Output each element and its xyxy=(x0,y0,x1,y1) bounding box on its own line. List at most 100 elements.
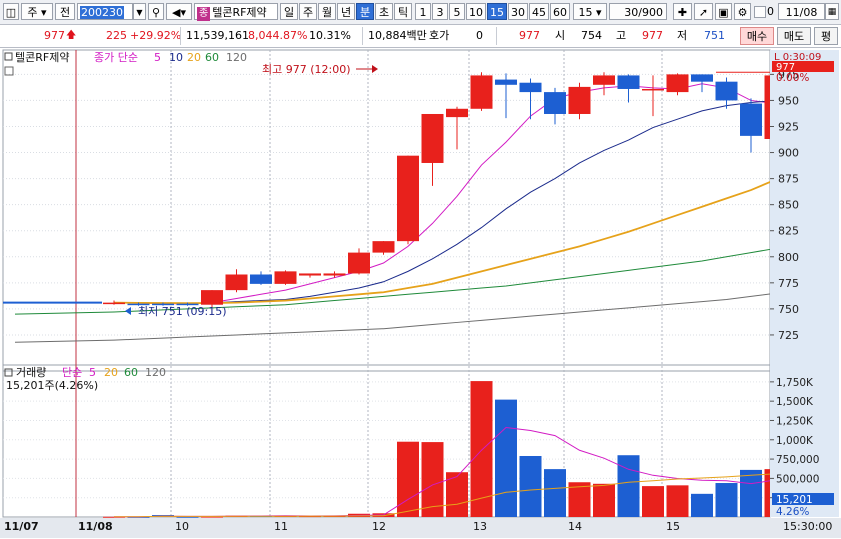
interval-button-10[interactable]: 10 xyxy=(466,3,486,20)
market-label: 주 xyxy=(27,6,38,19)
candle-body xyxy=(446,108,468,118)
trade-amount: 10,884백만 xyxy=(368,29,427,42)
candle-body xyxy=(519,82,542,93)
stock-name: 텔콘RF제약 xyxy=(212,6,267,19)
option-checkbox[interactable] xyxy=(754,6,766,18)
volume-pane-title: 거래량 xyxy=(16,366,46,379)
ask-price: 977 xyxy=(519,29,540,42)
prev-button[interactable]: 전 xyxy=(55,3,75,20)
interval-button-15[interactable]: 15 xyxy=(487,3,507,20)
code-dropdown-icon[interactable]: ▼ xyxy=(133,3,146,20)
current-pct-label: 0.00% xyxy=(776,72,809,84)
period-button-3[interactable]: 년 xyxy=(337,3,355,20)
volume-legend-ma-60: 60 xyxy=(124,366,138,379)
bid-value: 0 xyxy=(476,29,483,42)
price-change: 225 xyxy=(106,29,127,42)
candle-body xyxy=(691,74,713,82)
volume-bar xyxy=(617,455,640,517)
search-icon[interactable]: ⚲ xyxy=(148,3,164,20)
volume-axis-label: 750,000 xyxy=(776,454,819,466)
interval-select-value: 15 xyxy=(578,6,593,19)
candle-body xyxy=(299,273,321,276)
price-legend-ma-5: 5 xyxy=(154,51,161,64)
bid-label: 호가 xyxy=(429,29,450,42)
candle-body xyxy=(348,252,370,274)
time-axis-label: 11/08 xyxy=(78,520,113,533)
market-select[interactable]: 주 ▾ xyxy=(21,3,53,20)
price-change-pct: +29.92% xyxy=(130,29,182,42)
interval-button-60[interactable]: 60 xyxy=(550,3,570,20)
price-legend-ma-120: 120 xyxy=(226,51,247,64)
volume-tag: 15,201 xyxy=(776,494,813,506)
time-axis-label: 11/07 xyxy=(4,520,39,533)
price-legend-prefix: 종가 단순 xyxy=(94,51,138,64)
high-label: 고 xyxy=(616,29,627,42)
period-button-5[interactable]: 초 xyxy=(375,3,393,20)
time-axis-bg xyxy=(0,518,841,538)
volume-bar xyxy=(544,469,566,517)
period-button-2[interactable]: 월 xyxy=(318,3,336,20)
period-button-4[interactable]: 분 xyxy=(356,3,374,20)
low-label: 저 xyxy=(677,29,688,42)
count-input[interactable]: 30/900 xyxy=(609,3,667,20)
gear-icon[interactable]: ⚙ xyxy=(734,3,751,20)
candle-body xyxy=(593,75,615,85)
speaker-icon[interactable]: ◀▾ xyxy=(166,3,192,20)
time-axis-label: 11 xyxy=(274,520,288,533)
period-button-0[interactable]: 일 xyxy=(280,3,298,20)
calendar-icon[interactable]: ▦ xyxy=(825,3,839,20)
volume-bar xyxy=(176,516,199,518)
interval-button-5[interactable]: 5 xyxy=(449,3,465,20)
top-toolbar: ◫ 주 ▾ 전 200230 ▼ ⚲ ◀▾ 종 텔콘RF제약 일주월년분초틱 13… xyxy=(0,0,841,25)
candle-body xyxy=(642,88,664,91)
trend-tool-icon[interactable]: ➚ xyxy=(694,3,713,20)
sell-button[interactable]: 매도 xyxy=(777,27,811,45)
turnover-ratio: 10.31% xyxy=(309,29,351,42)
period-button-6[interactable]: 틱 xyxy=(394,3,412,20)
volume-axis-label: 1,750K xyxy=(776,377,814,389)
stock-chart[interactable]: 725750775800825850875900925950975250,000… xyxy=(0,48,841,539)
interval-button-45[interactable]: 45 xyxy=(529,3,549,20)
candle-body xyxy=(617,75,640,89)
checkbox-label: 0 xyxy=(767,5,774,18)
candle-body xyxy=(715,81,738,101)
date-input[interactable]: 11/08 xyxy=(778,3,825,20)
candle-body xyxy=(470,75,493,109)
volume-legend-ma-5: 5 xyxy=(89,366,96,379)
candle-body xyxy=(372,241,395,253)
buy-button[interactable]: 매수 xyxy=(740,27,774,45)
interval-select[interactable]: 15 ▾ xyxy=(573,3,607,20)
save-icon[interactable]: ▣ xyxy=(715,3,732,20)
time-axis-label: 12 xyxy=(372,520,386,533)
high-price: 977 xyxy=(642,29,663,42)
price-legend-ma-60: 60 xyxy=(205,51,219,64)
volume-bar xyxy=(715,483,738,517)
code-input[interactable]: 200230 xyxy=(77,3,133,20)
volume-ratio: 8,044.87% xyxy=(248,29,308,42)
volume-legend-ma-20: 20 xyxy=(104,366,118,379)
interval-button-3[interactable]: 3 xyxy=(432,3,448,20)
price-axis-label: 875 xyxy=(778,173,799,186)
candle-body xyxy=(421,113,444,163)
even-button[interactable]: 평 xyxy=(814,27,838,45)
price-axis-label: 725 xyxy=(778,329,799,342)
volume-bar xyxy=(691,493,713,517)
up-arrow-icon: 🡅 xyxy=(66,30,77,41)
price-axis-label: 800 xyxy=(778,251,799,264)
time-axis-label: 15 xyxy=(666,520,680,533)
candle-body xyxy=(201,290,223,305)
volume-bar xyxy=(740,469,762,517)
quote-bar: 977 🡅 225 +29.92% 11,539,161 8,044.87% 1… xyxy=(0,25,841,48)
time-axis-label: 14 xyxy=(568,520,582,533)
low-price: 751 xyxy=(704,29,725,42)
open-price: 754 xyxy=(581,29,602,42)
period-button-1[interactable]: 주 xyxy=(299,3,317,20)
interval-button-30[interactable]: 30 xyxy=(508,3,528,20)
volume-axis-label: 1,500K xyxy=(776,396,814,408)
layout-icon[interactable]: ◫ xyxy=(3,3,19,20)
crosshair-icon[interactable]: ✚ xyxy=(673,3,692,20)
candle-body xyxy=(740,103,762,136)
volume-legend-prefix: 단순 xyxy=(62,366,82,379)
stock-name-box[interactable]: 종 텔콘RF제약 xyxy=(194,3,278,21)
interval-button-1[interactable]: 1 xyxy=(415,3,431,20)
